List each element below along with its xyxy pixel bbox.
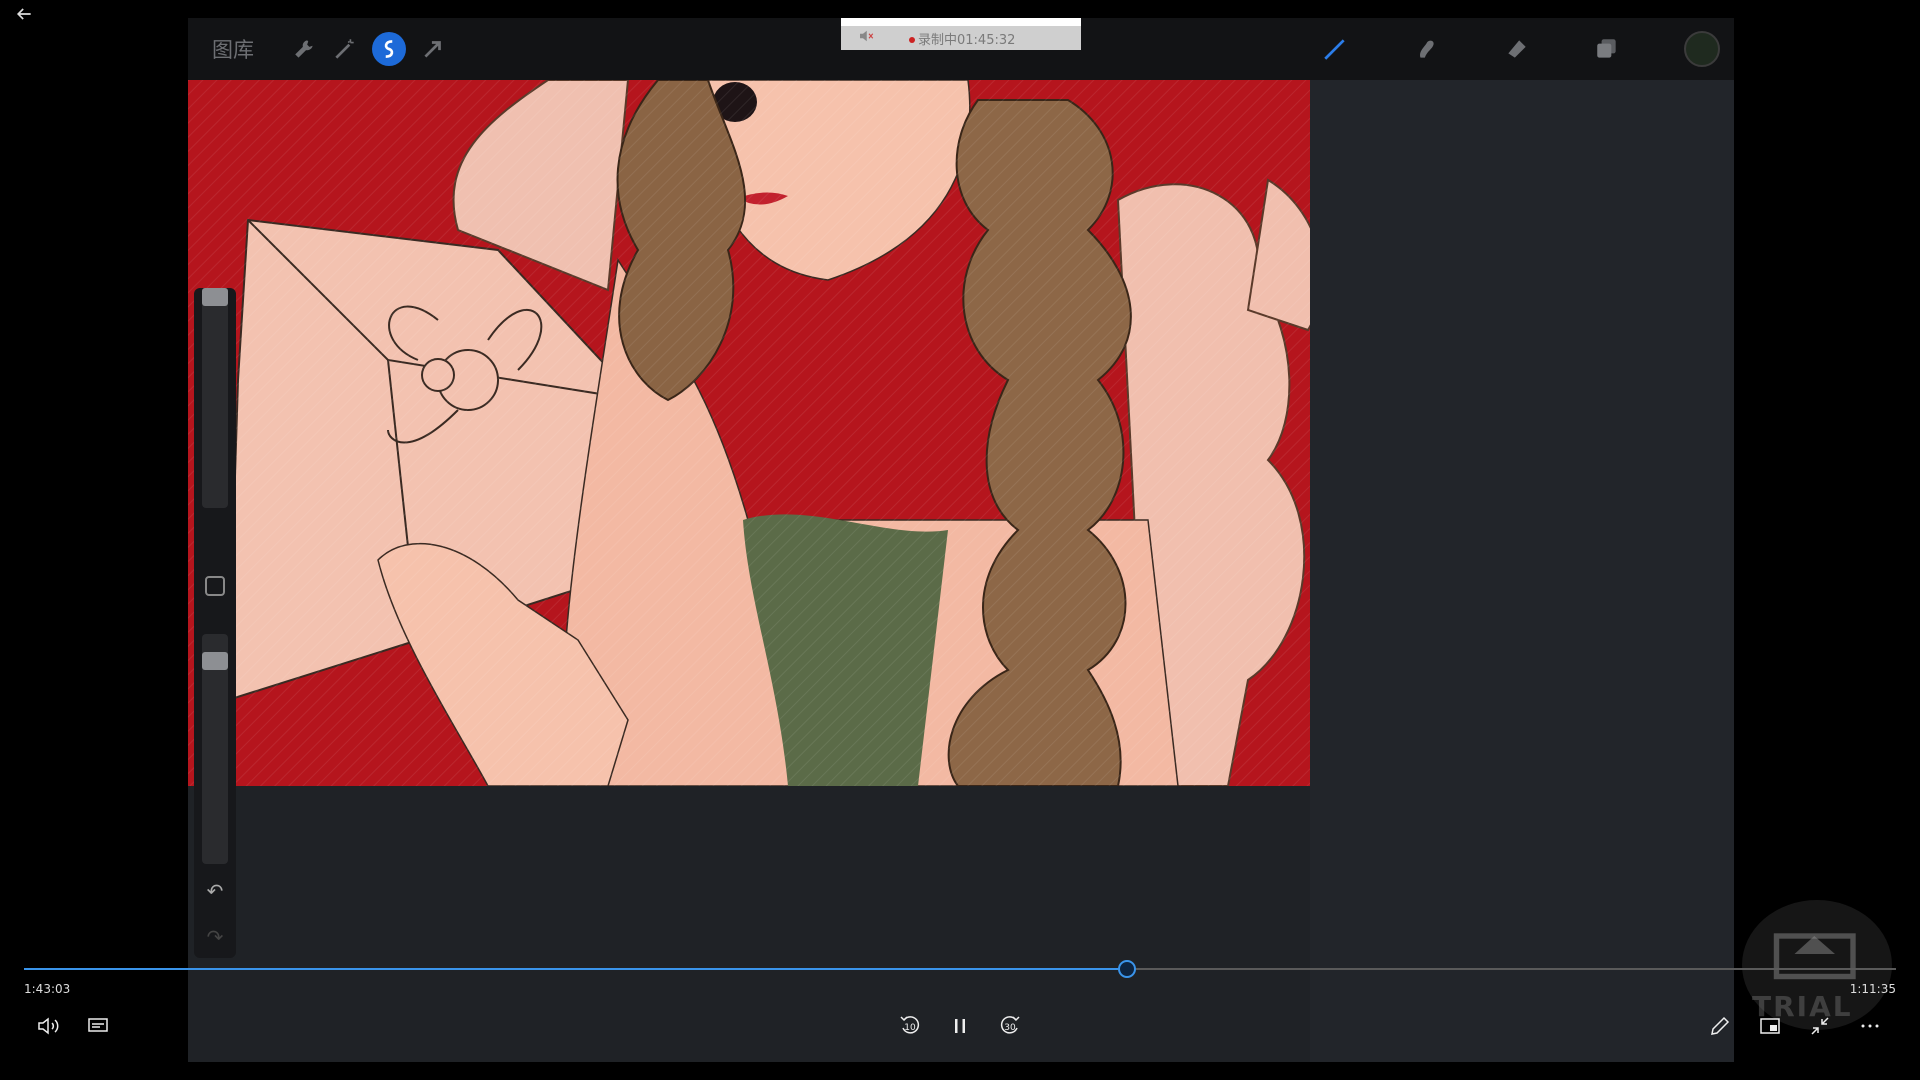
transform-icon[interactable] <box>416 32 450 66</box>
seek-bar[interactable] <box>24 960 1896 978</box>
skip-back-label: 10 <box>904 1023 916 1033</box>
layers-icon[interactable] <box>1590 32 1624 66</box>
recording-status: 录制中01:45:32 <box>909 29 1015 48</box>
more-icon <box>1861 1024 1879 1028</box>
skip-forward-label: 30 <box>1004 1023 1016 1033</box>
canvas-background <box>1310 80 1734 1062</box>
pencil-icon <box>1711 1016 1730 1035</box>
pause-button[interactable] <box>942 1008 978 1044</box>
pause-icon <box>955 1019 965 1033</box>
time-remaining: 1:11:35 <box>1849 982 1896 996</box>
brush-size-handle[interactable] <box>202 288 228 306</box>
volume-icon <box>38 1017 59 1035</box>
exit-fullscreen-icon <box>1811 1017 1829 1035</box>
undo-icon[interactable]: ↶ <box>202 878 228 904</box>
skip-back-button[interactable]: 10 <box>892 1008 928 1044</box>
subtitles-button[interactable] <box>80 1008 116 1044</box>
side-toolbar: ↶ ↷ <box>194 288 236 958</box>
redo-icon[interactable]: ↷ <box>202 924 228 950</box>
watermark-logo-icon <box>1773 933 1856 980</box>
recording-indicator: 录制中01:45:32 <box>841 18 1081 50</box>
exit-fullscreen-button[interactable] <box>1802 1008 1838 1044</box>
canvas-bottom-area <box>188 786 1310 1062</box>
color-picker-button[interactable] <box>1684 31 1720 67</box>
mini-view-icon <box>1760 1018 1780 1034</box>
record-dot-icon <box>909 37 915 43</box>
video-frame[interactable]: 图库 录制中01:45:32 ↶ ↷ <box>188 18 1734 1062</box>
modify-button[interactable] <box>205 576 225 596</box>
opacity-slider[interactable] <box>202 634 228 864</box>
back-button[interactable] <box>14 4 36 26</box>
eraser-icon[interactable] <box>1500 32 1534 66</box>
brush-size-slider[interactable] <box>202 288 228 508</box>
selection-icon[interactable] <box>372 32 406 66</box>
brush-icon[interactable] <box>1318 32 1352 66</box>
volume-button[interactable] <box>30 1008 66 1044</box>
seek-bar-thumb[interactable] <box>1117 960 1136 978</box>
mini-view-button[interactable] <box>1752 1008 1788 1044</box>
wrench-icon[interactable] <box>288 32 322 66</box>
skip-forward-button[interactable]: 30 <box>992 1008 1028 1044</box>
subtitles-icon <box>88 1018 108 1032</box>
procreate-toolbar: 图库 录制中01:45:32 <box>188 18 1734 80</box>
edit-button[interactable] <box>1702 1008 1738 1044</box>
smudge-icon[interactable] <box>1410 32 1444 66</box>
more-options-button[interactable] <box>1852 1008 1888 1044</box>
mute-mic-icon <box>851 27 881 49</box>
gallery-button[interactable]: 图库 <box>212 34 254 64</box>
time-current: 1:43:03 <box>24 982 71 996</box>
magic-wand-icon[interactable] <box>328 32 362 66</box>
seek-bar-progress <box>24 968 1127 970</box>
opacity-handle[interactable] <box>202 652 228 670</box>
recording-status-text: 录制中01:45:32 <box>918 32 1016 48</box>
artwork-canvas <box>188 80 1310 786</box>
